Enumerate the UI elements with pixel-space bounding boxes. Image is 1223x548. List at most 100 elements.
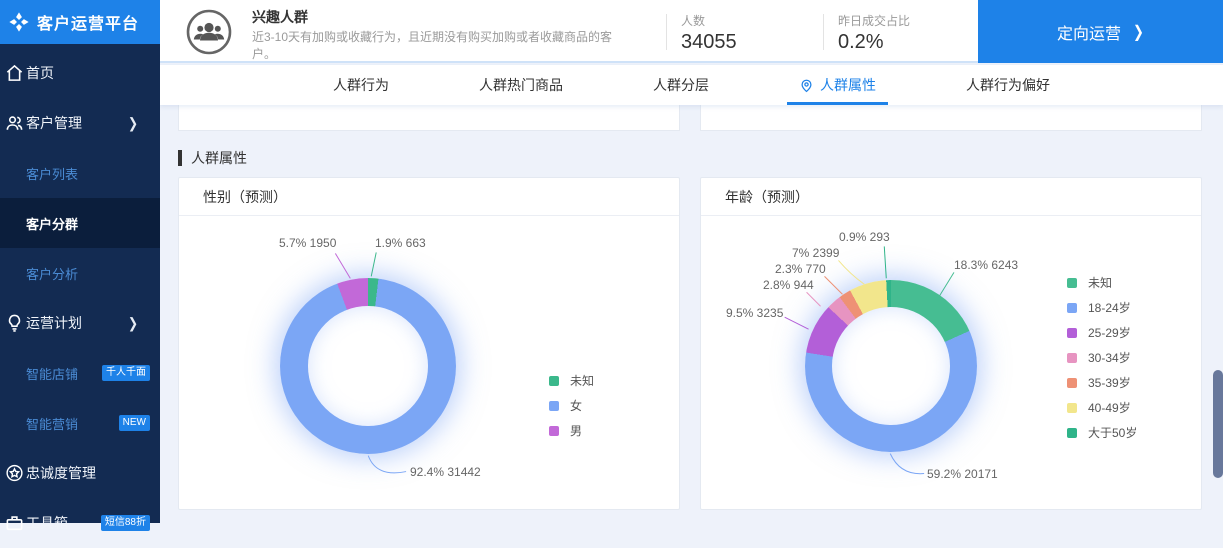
legend-label: 女 xyxy=(570,399,583,413)
sidebar-item-label: 忠诚度管理 xyxy=(26,465,96,481)
legend-label: 25-29岁 xyxy=(1088,326,1131,340)
sidebar-item-customer-analysis[interactable]: 客户分析 xyxy=(0,248,160,298)
bulb-icon xyxy=(5,314,24,333)
stat-label: 昨日成交占比 xyxy=(838,14,911,28)
gender-donut-chart[interactable] xyxy=(280,278,456,454)
legend-swatch xyxy=(1067,377,1077,388)
chart-label-over50: 0.9% 293 xyxy=(839,230,890,244)
legend-item-30-34[interactable]: 30-34岁 xyxy=(1067,345,1137,370)
chart-label-25-29: 9.5% 3235 xyxy=(726,306,784,320)
tab-bar: 人群行为 人群热门商品 人群分层 人群属性 人群行为偏好 xyxy=(160,65,1223,105)
stat-label: 人数 xyxy=(681,14,706,28)
legend-swatch xyxy=(549,375,559,386)
tab-crowd-behavior-preference[interactable]: 人群行为偏好 xyxy=(954,65,1062,105)
segment-title: 兴趣人群 xyxy=(252,9,308,25)
stat-people-count: 人数 34055 xyxy=(681,12,737,54)
legend-swatch xyxy=(1067,427,1077,438)
legend-item-over50[interactable]: 大于50岁 xyxy=(1067,420,1137,445)
section-title-text: 人群属性 xyxy=(191,150,247,166)
tab-label: 人群属性 xyxy=(820,77,876,93)
card-stub-right xyxy=(700,105,1202,131)
tab-crowd-hot-products[interactable]: 人群热门商品 xyxy=(467,65,575,105)
legend-label: 男 xyxy=(570,424,583,438)
sidebar-item-loyalty-management[interactable]: 忠诚度管理 xyxy=(0,448,160,498)
segment-description: 近3-10天有加购或收藏行为，且近期没有购买加购或者收藏商品的客户。 xyxy=(252,30,613,61)
tab-label: 人群行为偏好 xyxy=(966,77,1050,93)
chart-label-female: 92.4% 31442 xyxy=(410,465,481,479)
legend-item-25-29[interactable]: 25-29岁 xyxy=(1067,320,1137,345)
home-icon xyxy=(5,64,24,83)
toolbox-icon xyxy=(5,514,24,533)
tab-label: 人群分层 xyxy=(653,77,709,93)
legend-item-35-39[interactable]: 35-39岁 xyxy=(1067,370,1137,395)
tab-crowd-attributes[interactable]: 人群属性 xyxy=(787,65,888,105)
app-title: 客户运营平台 xyxy=(37,16,140,33)
chart-label-30-34: 2.8% 944 xyxy=(763,278,814,292)
legend-item-40-49[interactable]: 40-49岁 xyxy=(1067,395,1137,420)
legend-item-male[interactable]: 男 xyxy=(549,418,594,443)
divider xyxy=(666,14,667,50)
people-group-icon xyxy=(185,8,233,56)
legend-swatch xyxy=(1067,277,1077,288)
page: { "colors": { "accent": "#1e82e8", "side… xyxy=(0,0,1223,531)
legend-label: 18-24岁 xyxy=(1088,301,1131,315)
chart-label-18-24: 59.2% 20171 xyxy=(927,467,998,481)
legend-swatch xyxy=(1067,402,1077,413)
divider xyxy=(823,14,824,50)
chart-label-35-39: 2.3% 770 xyxy=(775,262,826,276)
legend-label: 未知 xyxy=(570,374,595,388)
sidebar-item-label: 客户列表 xyxy=(26,166,79,182)
sidebar-item-customer-management[interactable]: 客户管理 ❯ xyxy=(0,98,160,148)
legend-label: 40-49岁 xyxy=(1088,401,1131,415)
sidebar-item-label: 客户分析 xyxy=(26,266,79,282)
sidebar-item-label: 首页 xyxy=(26,65,54,81)
donut-hole xyxy=(308,306,428,426)
gender-chart-body: 1.9% 663 5.7% 1950 92.4% 31442 未知 女 男 xyxy=(179,216,679,510)
stat-value: 0.2% xyxy=(838,31,884,53)
legend-item-18-24[interactable]: 18-24岁 xyxy=(1067,295,1137,320)
age-chart-body: 0.9% 293 7% 2399 2.3% 770 2.8% 944 9.5% … xyxy=(701,216,1201,510)
sms-discount-badge: 短信88折 xyxy=(100,515,150,531)
tab-label: 人群热门商品 xyxy=(479,77,563,93)
gender-chart-title: 性别（预测） xyxy=(179,178,679,216)
targeted-operation-label: 定向运营 xyxy=(1057,25,1122,43)
sidebar-item-toolbox[interactable]: 工具箱 短信88折 xyxy=(0,498,160,548)
legend-swatch xyxy=(549,425,559,436)
legend-item-unknown[interactable]: 未知 xyxy=(549,368,594,393)
sidebar-item-customer-list[interactable]: 客户列表 xyxy=(0,148,160,198)
section-title-crowd-attributes: 人群属性 xyxy=(178,148,247,168)
sidebar-item-smart-store[interactable]: 智能店铺 千人千面 xyxy=(0,348,160,398)
stat-yesterday-deal-ratio: 昨日成交占比 0.2% xyxy=(838,12,910,54)
sidebar-item-operation-plan[interactable]: 运营计划 ❯ xyxy=(0,298,160,348)
sidebar-item-home[interactable]: 首页 xyxy=(0,48,160,98)
chevron-right-icon: ❯ xyxy=(127,114,138,132)
legend-label: 30-34岁 xyxy=(1088,351,1131,365)
donut-hole xyxy=(832,307,950,425)
sidebar-item-customer-segmentation[interactable]: 客户分群 xyxy=(0,198,160,248)
chart-label-unknown: 18.3% 6243 xyxy=(954,258,1019,272)
chart-label-male: 5.7% 1950 xyxy=(279,236,337,250)
legend-label: 未知 xyxy=(1088,276,1113,290)
pin-icon xyxy=(799,78,814,93)
vertical-scrollbar[interactable] xyxy=(1213,370,1223,478)
legend-swatch xyxy=(1067,302,1077,313)
header: 兴趣人群 近3-10天有加购或收藏行为，且近期没有购买加购或者收藏商品的客户。 … xyxy=(160,0,1223,63)
legend-swatch xyxy=(549,400,559,411)
age-chart-card: 年龄（预测） 0.9% 293 7% 2399 2.3% 770 2.8% 94… xyxy=(700,177,1202,510)
pinwheel-logo-icon xyxy=(8,11,30,33)
chevron-right-icon: ❯ xyxy=(1133,21,1144,41)
sidebar-item-smart-marketing[interactable]: 智能营销 NEW xyxy=(0,398,160,448)
smart-store-badge: 千人千面 xyxy=(102,365,150,381)
targeted-operation-button[interactable]: 定向运营 ❯ xyxy=(978,0,1223,63)
app-logo[interactable]: 客户运营平台 xyxy=(0,0,160,44)
age-chart-title: 年龄（预测） xyxy=(701,178,1201,216)
legend-item-unknown[interactable]: 未知 xyxy=(1067,270,1137,295)
legend-item-female[interactable]: 女 xyxy=(549,393,594,418)
sidebar-item-label: 智能店铺 xyxy=(26,366,79,382)
stat-value: 34055 xyxy=(681,31,737,53)
tab-crowd-layering[interactable]: 人群分层 xyxy=(641,65,721,105)
age-donut-chart[interactable] xyxy=(805,280,977,452)
tab-crowd-behavior[interactable]: 人群行为 xyxy=(321,65,401,105)
sidebar-item-label: 运营计划 xyxy=(26,315,82,331)
legend-swatch xyxy=(1067,352,1077,363)
